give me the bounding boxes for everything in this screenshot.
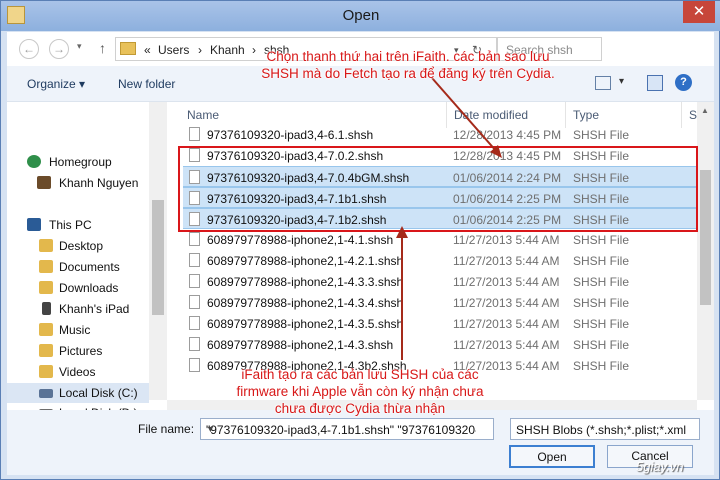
annotation-bottom-line2: firmware khi Apple vẫn còn ký nhận chưa bbox=[236, 384, 484, 399]
annotation-top: Chọn thanh thứ hai trên iFaith. các bản … bbox=[218, 48, 598, 82]
arrow-top-line bbox=[431, 77, 498, 153]
annotation-bottom-line3: chưa được Cydia thừa nhận bbox=[274, 401, 446, 416]
annotation-bottom-line1: iFaith tạo ra các bản lưu SHSH của các bbox=[241, 367, 479, 382]
arrow-bottom-head bbox=[396, 226, 408, 238]
watermark: 5giay.vn bbox=[636, 459, 684, 474]
annotation-top-line2: SHSH mà do Fetch tạo ra để đăng ký trên … bbox=[261, 66, 555, 81]
annotation-top-line1: Chọn thanh thứ hai trên iFaith. các bản … bbox=[266, 49, 550, 64]
annotation-bottom: iFaith tạo ra các bản lưu SHSH của các f… bbox=[200, 366, 520, 417]
